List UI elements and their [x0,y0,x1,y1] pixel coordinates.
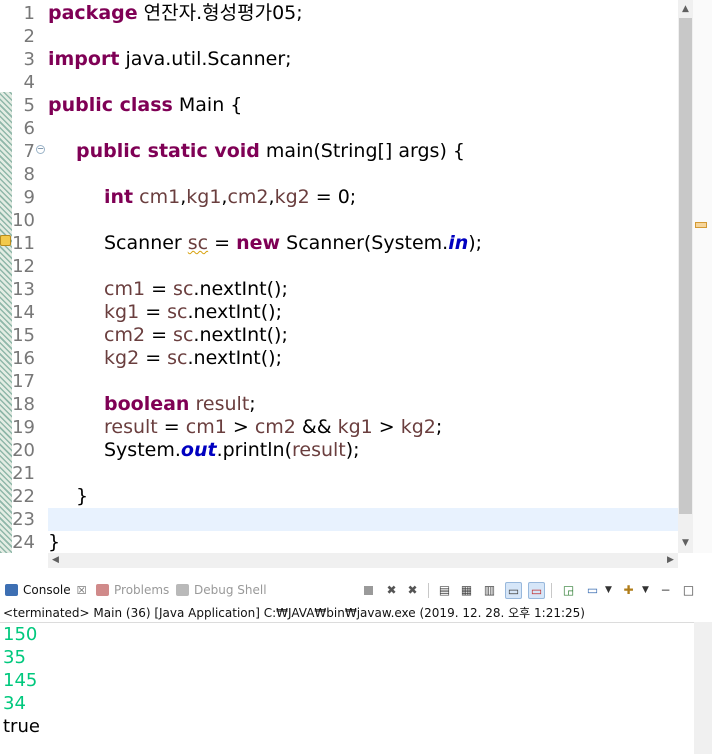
chevron-down-icon[interactable]: ▼ [642,585,649,595]
code-area[interactable]: package 연잔자.형성평가05; import java.util.Sca… [48,0,678,553]
line-number: 21 [12,463,35,484]
line-number: 7 [23,141,35,162]
code-line-1: package 연잔자.형성평가05; [48,2,303,24]
clear-console-icon[interactable]: ▤ [436,582,453,599]
code-line-18: boolean result; [104,393,256,415]
console-input-line: 34 [3,693,26,714]
code-line-13: cm1 = sc.nextInt(); [104,278,288,300]
code-line-24: } [48,531,61,553]
console-view: Console ☒ Problems Debug Shell ✖ ✖ ▤ ▦ ▥… [0,568,712,754]
line-number: 24 [12,532,35,553]
console-input-line: 150 [3,624,38,645]
line-number: 22 [12,486,35,507]
console-input-line: 35 [3,647,26,668]
code-line-9: int cm1,kg1,cm2,kg2 = 0; [104,186,357,208]
code-line-14: kg1 = sc.nextInt(); [104,301,282,323]
line-number-ruler: 1 2 3 4 5 6 7 8 9 10 11 12 13 14 15 16 17 18 19 20 21 22 23 24 … [0,0,48,553]
line-number: 2 [23,26,35,47]
editor-vertical-scrollbar[interactable]: ▲ ▼ [678,0,693,553]
minimize-icon[interactable]: − [657,582,674,599]
line-number: 17 [12,371,35,392]
toolbar-separator [551,583,552,598]
editor-vertical-scroll-thumb[interactable] [679,18,692,514]
line-number: 9 [23,187,35,208]
code-line-5: public class Main { [48,94,243,116]
close-icon[interactable]: ☒ [77,584,87,597]
open-console-icon[interactable]: ✚ [620,582,637,599]
tab-problems[interactable]: Problems [96,580,169,600]
code-line-16: kg2 = sc.nextInt(); [104,347,282,369]
chevron-down-icon[interactable]: ▼ [605,585,612,595]
scroll-right-arrow-icon[interactable]: ▶ [663,553,678,568]
line-number: 20 [12,440,35,461]
terminate-icon[interactable] [360,582,377,599]
editor-horizontal-scrollbar[interactable]: ◀ ▶ [48,553,678,568]
show-on-stdout-icon[interactable]: ▭ [505,582,522,599]
maximize-icon[interactable]: □ [680,582,697,599]
tab-problems-label: Problems [114,583,170,597]
line-number: 13 [12,279,35,300]
line-number: 1 [23,3,35,24]
display-console-icon[interactable]: ▭ [584,582,601,599]
scroll-up-arrow-icon[interactable]: ▲ [678,1,693,17]
line-number: 3 [23,49,35,70]
word-wrap-icon[interactable]: ▥ [481,582,498,599]
pin-console-icon[interactable]: ◲ [560,582,577,599]
current-line-highlight [48,508,678,531]
quick-diff-change-bar [0,92,12,553]
line-number: 10 [12,210,35,231]
console-output[interactable]: 150 35 145 34 true [0,622,694,754]
code-line-22: } [76,485,89,507]
line-number: 8 [23,164,35,185]
line-number: 23 [12,509,35,530]
tab-console[interactable]: Console ☒ [5,580,87,600]
java-editor[interactable]: 1 2 3 4 5 6 7 8 9 10 11 12 13 14 15 16 17 18 19 20 21 22 23 24 … [0,0,712,568]
toolbar-separator [428,583,429,598]
remove-all-icon[interactable]: ✖ [404,582,421,599]
code-line-15: cm2 = sc.nextInt(); [104,324,288,346]
debug-shell-icon [176,584,189,596]
scroll-left-arrow-icon[interactable]: ◀ [48,553,63,568]
process-status-line: <terminated> Main (36) [Java Application… [3,606,585,620]
console-vertical-scrollbar[interactable] [694,622,712,754]
scroll-lock-icon[interactable]: ▦ [458,582,475,599]
console-input-line: 145 [3,670,38,691]
warning-marker-icon[interactable] [0,235,11,246]
code-line-3: import java.util.Scanner; [48,48,292,70]
view-toolbar: Console ☒ Problems Debug Shell ✖ ✖ ▤ ▦ ▥… [0,576,712,602]
line-number: 18 [12,394,35,415]
code-line-7: public static void main(String[] args) { [76,140,465,162]
code-line-19: result = cm1 > cm2 && kg1 > kg2; [104,416,443,438]
code-line-11: Scanner sc = new Scanner(System.in); [104,232,483,254]
problems-icon [96,584,109,596]
console-output-line: true [3,716,40,737]
tab-debug-shell[interactable]: Debug Shell [176,580,267,600]
line-number: 12 [12,256,35,277]
line-number: 14 [12,302,35,323]
line-number: 5 [23,95,35,116]
line-number: 11 [12,233,35,254]
line-number: 6 [23,118,35,139]
overview-ruler[interactable] [693,0,712,553]
fold-collapse-icon[interactable]: − [36,145,45,154]
show-on-stderr-icon[interactable]: ▭ [528,582,545,599]
line-number: 15 [12,325,35,346]
tab-console-label: Console [23,583,71,597]
console-icon [5,584,18,596]
remove-launch-icon[interactable]: ✖ [383,582,400,599]
line-number: 4 [23,72,35,93]
scroll-down-arrow-icon[interactable]: ▼ [678,535,693,551]
tab-debug-shell-label: Debug Shell [194,583,267,597]
code-line-20: System.out.println(result); [104,439,360,461]
warning-overview-mark[interactable] [695,222,707,228]
line-number: 16 [12,348,35,369]
line-number: 19 [12,417,35,438]
